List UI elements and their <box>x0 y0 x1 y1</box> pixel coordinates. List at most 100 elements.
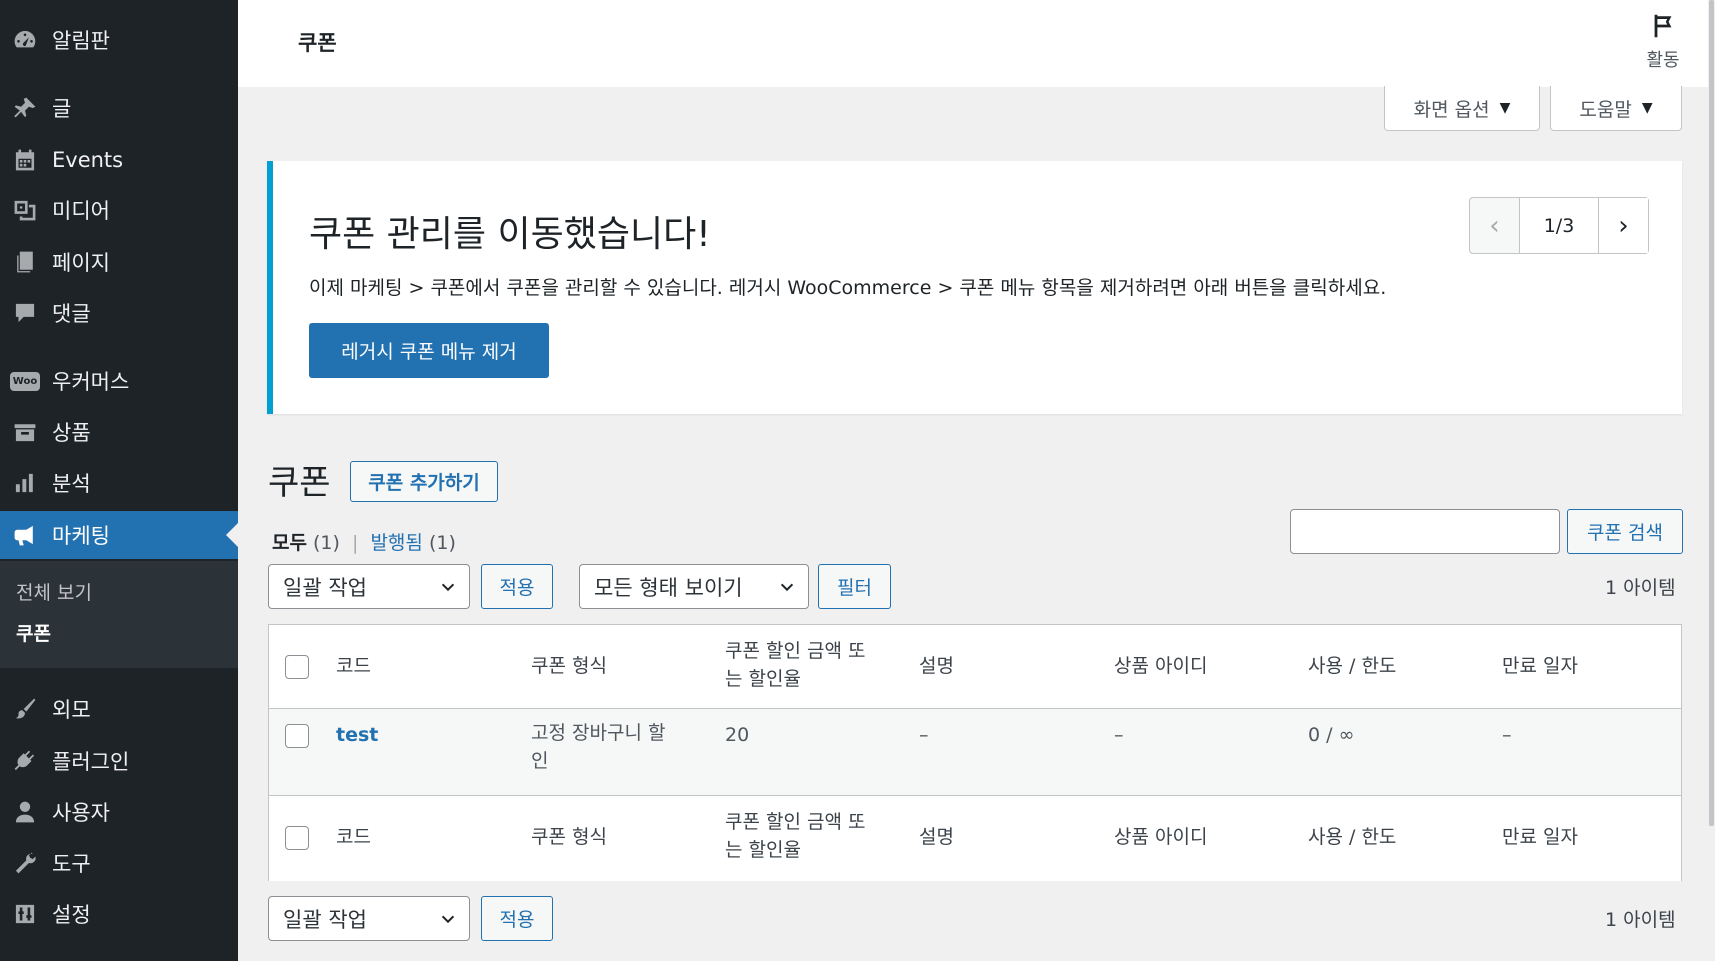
caret-down-icon: ▼ <box>1499 100 1511 116</box>
column-code[interactable]: 코드 <box>336 823 371 851</box>
comment-icon <box>10 298 40 328</box>
column-expiry-date[interactable]: 만료 일자 <box>1502 823 1578 851</box>
calendar-icon <box>10 145 40 175</box>
sidebar-item-media[interactable]: 미디어 <box>0 186 238 234</box>
sidebar-item-label: 우커머스 <box>52 370 130 394</box>
help-label: 도움말 <box>1579 98 1632 121</box>
sidebar-item-label: 댓글 <box>52 302 91 326</box>
sidebar-item-marketing[interactable]: 마케팅 <box>0 511 238 559</box>
megaphone-icon <box>10 520 40 550</box>
sidebar-item-label: 마케팅 <box>52 524 110 548</box>
pager-count: 1/3 <box>1520 198 1598 253</box>
coupon-usage-cell: 0 / ∞ <box>1308 724 1355 746</box>
column-description[interactable]: 설명 <box>919 823 954 851</box>
pushpin-icon <box>10 93 40 123</box>
coupon-search-button[interactable]: 쿠폰 검색 <box>1567 509 1683 554</box>
page-scrollbar[interactable] <box>1708 0 1715 961</box>
column-discount-amount[interactable]: 쿠폰 할인 금액 또 는 할인율 <box>725 637 895 693</box>
apply-button[interactable]: 적용 <box>481 564 553 609</box>
media-icon <box>10 195 40 225</box>
column-discount-line-1: 쿠폰 할인 금액 또 <box>725 640 866 662</box>
sidebar-item-label: 페이지 <box>52 251 110 275</box>
column-code[interactable]: 코드 <box>336 652 371 680</box>
header-title: 쿠폰 <box>298 31 337 55</box>
view-all[interactable]: 모두 <box>272 532 307 554</box>
brush-icon <box>10 694 40 724</box>
sidebar-item-label: 상품 <box>52 421 91 445</box>
view-published[interactable]: 발행됨 <box>370 532 422 554</box>
admin-sidebar: 알림판 글 Events 미디어 페이지 댓글 Woo 우커머스 상품 분석 마… <box>0 0 238 961</box>
activity-button[interactable]: 활동 <box>1628 12 1698 72</box>
sidebar-item-users[interactable]: 사용자 <box>0 788 238 836</box>
coupon-code-link[interactable]: test <box>336 721 378 749</box>
chevron-left-icon[interactable]: ‹ <box>1470 198 1520 253</box>
table-header-row: 코드 쿠폰 형식 쿠폰 할인 금액 또 는 할인율 설명 상품 아이디 사용 /… <box>269 625 1681 709</box>
notice-title: 쿠폰 관리를 이동했습니다! <box>309 214 711 255</box>
activity-label: 활동 <box>1646 50 1680 71</box>
column-coupon-type[interactable]: 쿠폰 형식 <box>531 652 607 680</box>
sidebar-item-appearance[interactable]: 외모 <box>0 685 238 733</box>
coupon-moved-notice: 쿠폰 관리를 이동했습니다! 이제 마케팅 > 쿠폰에서 쿠폰을 관리할 수 있… <box>267 161 1682 414</box>
sidebar-item-label: 분석 <box>52 472 91 496</box>
coupon-search-input[interactable] <box>1290 509 1560 554</box>
column-product-ids[interactable]: 상품 아이디 <box>1114 652 1207 680</box>
bulk-action-select[interactable]: 일괄 작업 <box>268 564 470 609</box>
submenu-item-overview[interactable]: 전체 보기 <box>16 578 92 605</box>
view-separator: | <box>351 532 359 554</box>
apply-button-bottom[interactable]: 적용 <box>481 896 553 941</box>
coupon-description-cell: – <box>919 724 929 746</box>
marketing-submenu: 전체 보기 쿠폰 <box>0 561 238 668</box>
bulk-action-select-bottom[interactable]: 일괄 작업 <box>268 896 470 941</box>
bulk-action-value: 일괄 작업 <box>283 907 367 932</box>
column-product-ids[interactable]: 상품 아이디 <box>1114 823 1207 851</box>
coupon-type-cell: 고정 장바구니 할 인 <box>531 719 701 775</box>
coupon-type-filter-select[interactable]: 모든 형태 보이기 <box>579 564 809 609</box>
sidebar-item-posts[interactable]: 글 <box>0 84 238 132</box>
flag-icon <box>1649 14 1677 44</box>
help-tab[interactable]: 도움말 ▼ <box>1550 86 1682 131</box>
scrollbar-thumb[interactable] <box>1709 0 1714 826</box>
select-all-checkbox-footer[interactable] <box>285 826 309 850</box>
column-coupon-type[interactable]: 쿠폰 형식 <box>531 823 607 851</box>
chevron-down-icon <box>439 909 457 927</box>
sidebar-item-settings[interactable]: 설정 <box>0 890 238 938</box>
view-published-count: (1) <box>428 532 456 554</box>
column-description[interactable]: 설명 <box>919 652 954 680</box>
column-discount-amount[interactable]: 쿠폰 할인 금액 또 는 할인율 <box>725 808 895 864</box>
dashboard-icon <box>10 25 40 55</box>
row-checkbox[interactable] <box>285 724 309 748</box>
sidebar-item-dashboard[interactable]: 알림판 <box>0 16 238 64</box>
caret-down-icon: ▼ <box>1641 100 1653 116</box>
submenu-item-coupons[interactable]: 쿠폰 <box>16 619 51 646</box>
coupon-product-ids-cell: – <box>1114 724 1124 746</box>
notice-text: 이제 마케팅 > 쿠폰에서 쿠폰을 관리할 수 있습니다. 레거시 WooCom… <box>309 277 1387 299</box>
items-count: 1 아이템 <box>1605 577 1676 599</box>
sidebar-item-pages[interactable]: 페이지 <box>0 238 238 286</box>
screen-options-label: 화면 옵션 <box>1413 98 1490 121</box>
remove-legacy-menu-button[interactable]: 레거시 쿠폰 메뉴 제거 <box>309 323 549 378</box>
table-footer-row: 코드 쿠폰 형식 쿠폰 할인 금액 또 는 할인율 설명 상품 아이디 사용 /… <box>269 795 1681 881</box>
sidebar-item-woocommerce[interactable]: Woo 우커머스 <box>0 357 238 405</box>
column-usage-limit[interactable]: 사용 / 한도 <box>1308 823 1396 851</box>
select-all-checkbox[interactable] <box>285 655 309 679</box>
filter-button[interactable]: 필터 <box>818 564 891 609</box>
coupon-expiry-cell: – <box>1502 724 1512 746</box>
chevron-right-icon[interactable]: › <box>1598 198 1648 253</box>
column-usage-limit[interactable]: 사용 / 한도 <box>1308 652 1396 680</box>
add-coupon-button[interactable]: 쿠폰 추가하기 <box>350 461 498 502</box>
sidebar-item-comments[interactable]: 댓글 <box>0 289 238 337</box>
notice-pager: ‹ 1/3 › <box>1469 197 1649 254</box>
plugin-icon <box>10 746 40 776</box>
user-icon <box>10 797 40 827</box>
sidebar-item-analytics[interactable]: 분석 <box>0 459 238 507</box>
sidebar-item-events[interactable]: Events <box>0 136 238 184</box>
page-title: 쿠폰 <box>268 463 331 503</box>
coupon-type-filter-value: 모든 형태 보이기 <box>594 575 743 600</box>
coupon-type-line-2: 인 <box>531 750 549 772</box>
screen-options-tab[interactable]: 화면 옵션 ▼ <box>1384 86 1540 131</box>
column-expiry-date[interactable]: 만료 일자 <box>1502 652 1578 680</box>
sidebar-item-tools[interactable]: 도구 <box>0 839 238 887</box>
sidebar-item-plugins[interactable]: 플러그인 <box>0 737 238 785</box>
sidebar-item-label: 글 <box>52 97 72 121</box>
sidebar-item-products[interactable]: 상품 <box>0 408 238 456</box>
